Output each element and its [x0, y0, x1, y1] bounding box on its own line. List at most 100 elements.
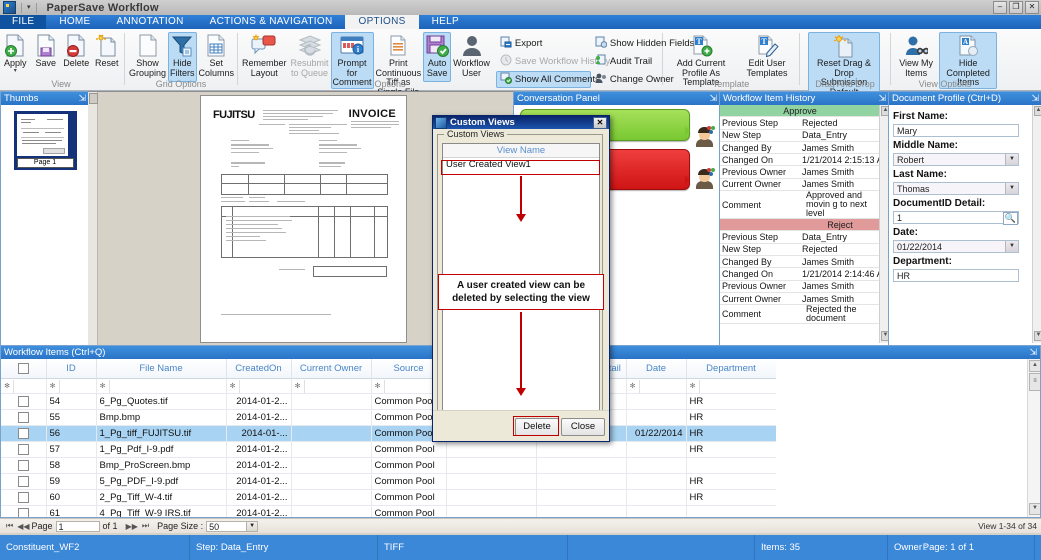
- chevron-down-icon[interactable]: ▼: [246, 521, 258, 531]
- apply-button[interactable]: Apply ▾: [0, 32, 31, 82]
- export-button[interactable]: Export: [496, 35, 591, 52]
- table-row[interactable]: 55 Bmp.bmp 2014-01-2... Common Pool HR: [1, 409, 777, 426]
- column-created-on[interactable]: CreatedOn: [226, 359, 292, 379]
- chevron-down-icon[interactable]: ▼: [1005, 154, 1018, 165]
- select-all-checkbox[interactable]: [17, 363, 29, 374]
- column-current-owner[interactable]: Current Owner: [291, 359, 372, 379]
- search-icon[interactable]: 🔍: [1003, 212, 1018, 225]
- pin-icon[interactable]: ⇲: [1031, 93, 1039, 104]
- tab-actions-and-navigation[interactable]: ACTIONS & NAVIGATION: [197, 15, 346, 29]
- tab-options[interactable]: OPTIONS: [345, 15, 419, 29]
- custom-views-dialog[interactable]: Custom Views ✕ Custom Views View Name Us…: [432, 115, 610, 442]
- pin-icon[interactable]: ⇲: [878, 93, 886, 104]
- column-id[interactable]: ID: [46, 359, 97, 379]
- scroll-up-arrow-icon[interactable]: ▲: [1029, 360, 1040, 372]
- thumbnail-page-1[interactable]: Page 1: [13, 111, 77, 170]
- filter-menu-icon[interactable]: ✻: [1, 379, 14, 393]
- row-checkbox[interactable]: [17, 492, 29, 503]
- grid-vertical-scrollbar[interactable]: ▲ ≡ ▼: [1027, 359, 1040, 517]
- last-page-icon[interactable]: ⏭: [140, 521, 151, 531]
- filter-menu-icon[interactable]: ✻: [97, 379, 110, 393]
- scroll-down-arrow-icon[interactable]: ▼: [1034, 331, 1041, 341]
- filter-input[interactable]: [60, 380, 96, 393]
- view-my-items-button[interactable]: View My Items: [893, 32, 939, 82]
- dialog-close-button[interactable]: ✕: [593, 116, 607, 129]
- next-page-icon[interactable]: ▶▶: [124, 522, 140, 531]
- page-size-combo[interactable]: 50 ▼: [206, 520, 259, 532]
- column-department[interactable]: Department: [686, 359, 777, 379]
- first-page-icon[interactable]: ⏮: [4, 521, 15, 531]
- row-checkbox-cell[interactable]: [1, 473, 47, 490]
- table-row[interactable]: 61 4_Pg_Tiff_W-9 IRS.tif 2014-01-2... Co…: [1, 505, 777, 517]
- row-checkbox[interactable]: [17, 396, 29, 407]
- filter-menu-icon[interactable]: ✻: [292, 379, 305, 393]
- column-select-all[interactable]: [1, 359, 47, 379]
- row-checkbox-cell[interactable]: [1, 425, 47, 442]
- history-list[interactable]: Approve Previous Step Rejected New Step Da…: [720, 105, 889, 343]
- views-list-header[interactable]: View Name: [443, 144, 599, 158]
- filter-input[interactable]: [14, 380, 45, 393]
- chevron-down-icon[interactable]: ▾: [27, 4, 31, 11]
- scroll-down-arrow-icon[interactable]: ▼: [1029, 503, 1040, 515]
- row-checkbox[interactable]: [17, 460, 29, 471]
- tab-file[interactable]: FILE: [0, 15, 47, 29]
- tab-home[interactable]: HOME: [46, 15, 103, 29]
- show-grouping-button[interactable]: Show Grouping: [127, 32, 168, 82]
- middle-name-combo[interactable]: Robert ▼: [893, 153, 1019, 166]
- filter-menu-icon[interactable]: ✻: [372, 379, 385, 393]
- filter-menu-icon[interactable]: ✻: [47, 379, 60, 393]
- tab-help[interactable]: HELP: [419, 15, 472, 29]
- pin-icon[interactable]: ⇲: [1029, 347, 1037, 358]
- close-button[interactable]: Close: [561, 418, 605, 436]
- table-row[interactable]: 54 6_Pg_Quotes.tif 2014-01-2... Common P…: [1, 393, 777, 410]
- column-file-name[interactable]: File Name: [96, 359, 227, 379]
- close-button[interactable]: ✕: [1025, 1, 1039, 14]
- row-checkbox-cell[interactable]: [1, 489, 47, 506]
- filter-input[interactable]: [110, 380, 226, 393]
- show-all-comments-button[interactable]: Show All Comments: [495, 71, 600, 88]
- table-row[interactable]: 59 5_Pg_PDF_I-9.pdf 2014-01-2... Common …: [1, 473, 777, 490]
- row-checkbox-cell[interactable]: [1, 505, 47, 517]
- row-checkbox-cell[interactable]: [1, 441, 47, 458]
- scroll-up-arrow-icon[interactable]: ▲: [1034, 106, 1041, 116]
- chevron-down-icon[interactable]: ▼: [1005, 241, 1018, 252]
- filter-input[interactable]: [640, 380, 686, 393]
- save-button[interactable]: Save: [31, 32, 62, 82]
- filter-menu-icon[interactable]: ✻: [687, 379, 700, 393]
- edit-user-templates-button[interactable]: T Edit User Templates: [737, 32, 797, 82]
- row-checkbox[interactable]: [17, 412, 29, 423]
- chevron-down-icon[interactable]: ▼: [1005, 183, 1018, 194]
- table-row[interactable]: 57 1_Pg_Pdf_I-9.pdf 2014-01-2... Common …: [1, 441, 777, 458]
- date-combo[interactable]: 01/22/2014 ▼: [893, 240, 1019, 253]
- pin-icon[interactable]: ⇲: [709, 93, 717, 104]
- table-row[interactable]: 60 2_Pg_Tiff_W-4.tif 2014-01-2... Common…: [1, 489, 777, 506]
- tab-annotation[interactable]: ANNOTATION: [104, 15, 197, 29]
- reset-button[interactable]: Reset: [92, 32, 123, 82]
- filter-input[interactable]: [240, 380, 291, 393]
- page-number-input[interactable]: 1: [55, 520, 100, 532]
- profile-scrollbar[interactable]: ▲ ▼: [1032, 105, 1041, 343]
- auto-save-button[interactable]: Auto Save: [423, 32, 452, 82]
- last-name-combo[interactable]: Thomas ▼: [893, 182, 1019, 195]
- restore-button[interactable]: ❐: [1009, 1, 1023, 14]
- workflow-user-button[interactable]: Workflow User: [451, 32, 492, 82]
- thumbs-list[interactable]: Page 1: [1, 105, 89, 343]
- first-name-field[interactable]: Mary: [893, 124, 1019, 137]
- viewer-left-scrollbar[interactable]: [88, 92, 98, 345]
- document-id-detail-field[interactable]: 1 🔍: [893, 211, 1019, 225]
- table-row[interactable]: 56 1_Pg_tiff_FUJITSU.tif 2014-01-... Com…: [1, 425, 777, 442]
- column-date[interactable]: Date: [626, 359, 687, 379]
- previous-page-icon[interactable]: ◀◀: [15, 522, 31, 531]
- filter-menu-icon[interactable]: ✻: [227, 379, 240, 393]
- row-checkbox-cell[interactable]: [1, 393, 47, 410]
- row-checkbox[interactable]: [17, 428, 29, 439]
- row-checkbox[interactable]: [17, 508, 29, 517]
- filter-menu-icon[interactable]: ✻: [627, 379, 640, 393]
- chevron-down-icon[interactable]: ▾: [14, 68, 17, 74]
- remember-layout-button[interactable]: Remember Layout: [240, 32, 289, 82]
- filter-input[interactable]: [700, 380, 776, 393]
- filter-input[interactable]: [305, 380, 371, 393]
- delete-button[interactable]: Delete: [61, 32, 92, 82]
- scrollbar-thumb[interactable]: ≡: [1029, 373, 1040, 391]
- pin-icon[interactable]: ⇲: [78, 93, 86, 104]
